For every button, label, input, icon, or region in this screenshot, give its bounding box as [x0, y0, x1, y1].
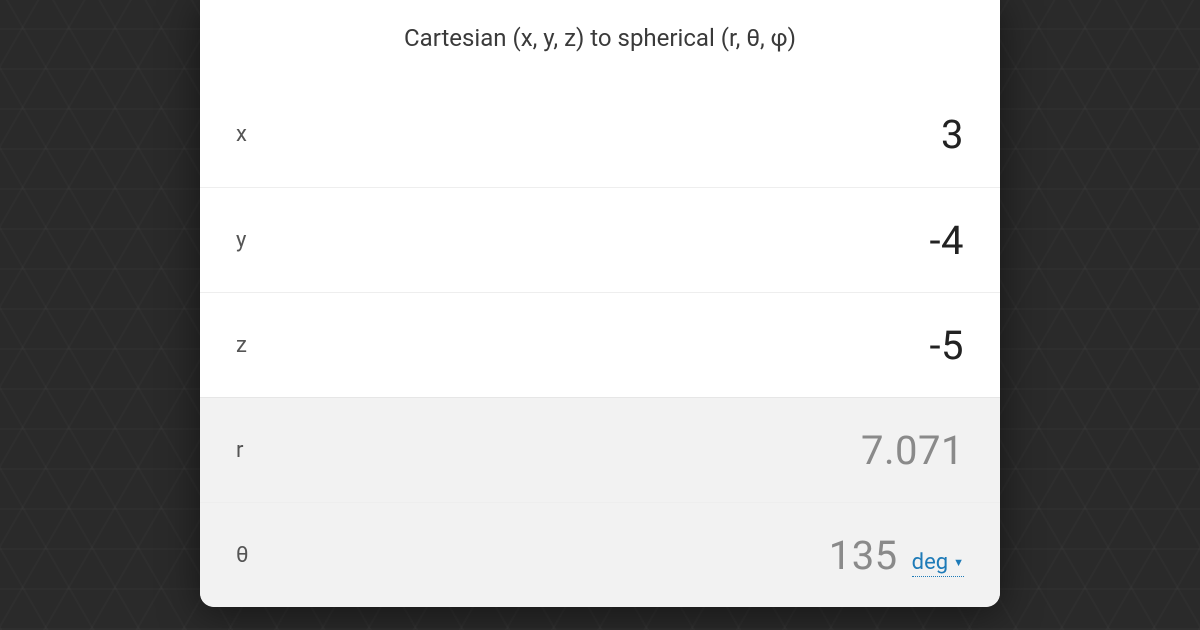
output-row-r: r 7.071: [200, 397, 1000, 502]
value-y[interactable]: -4: [929, 217, 964, 264]
input-row-z[interactable]: z -5: [200, 292, 1000, 397]
output-row-theta: θ 135 deg ▼: [200, 502, 1000, 607]
unit-selector-theta[interactable]: deg ▼: [912, 550, 964, 577]
input-row-y[interactable]: y -4: [200, 187, 1000, 292]
outputs-section: r 7.071 θ 135 deg ▼: [200, 397, 1000, 607]
label-r: r: [236, 438, 243, 463]
label-y: y: [236, 228, 246, 253]
card-title: Cartesian (x, y, z) to spherical (r, θ, …: [200, 0, 1000, 82]
chevron-down-icon: ▼: [953, 556, 964, 569]
value-z[interactable]: -5: [929, 322, 964, 369]
label-theta: θ: [236, 543, 249, 568]
inputs-section: x 3 y -4 z -5: [200, 82, 1000, 397]
converter-card: Cartesian (x, y, z) to spherical (r, θ, …: [200, 0, 1000, 607]
value-x[interactable]: 3: [941, 111, 964, 158]
input-row-x[interactable]: x 3: [200, 82, 1000, 187]
label-x: x: [236, 122, 247, 147]
value-r: 7.071: [861, 427, 964, 474]
value-wrap-theta: 135 deg ▼: [829, 532, 964, 579]
label-z: z: [236, 333, 247, 358]
value-theta: 135: [829, 532, 898, 579]
unit-label-theta: deg: [912, 550, 948, 575]
